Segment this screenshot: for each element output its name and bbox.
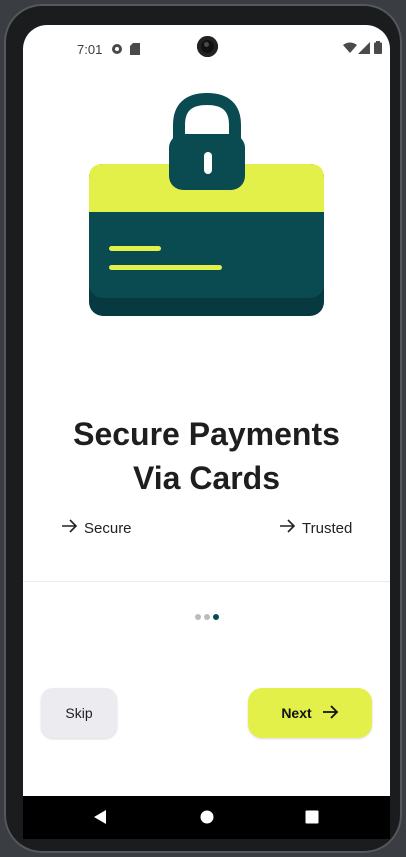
front-camera — [197, 36, 218, 57]
home-icon[interactable] — [200, 810, 214, 829]
page-title-line-2: Via Cards — [132, 460, 281, 496]
page-dot[interactable] — [195, 614, 201, 620]
arrow-right-icon — [279, 519, 296, 537]
page-dot-active[interactable] — [213, 614, 219, 620]
page-title-line-1: Secure Payments — [73, 416, 340, 452]
arrow-right-icon — [61, 519, 78, 537]
back-icon[interactable] — [93, 809, 107, 830]
status-time: 7:01 — [77, 42, 103, 57]
screen-record-icon — [111, 43, 123, 58]
page-dot[interactable] — [204, 614, 210, 620]
page-indicator — [195, 614, 219, 620]
feature-label: Trusted — [302, 519, 353, 537]
screen: 7:01 Secure Payments Via Cards Secure Tr… — [23, 25, 390, 839]
next-button[interactable]: Next — [248, 688, 372, 738]
system-navigation-bar — [23, 796, 390, 839]
next-button-label: Next — [281, 705, 312, 721]
feature-label: Secure — [84, 519, 132, 537]
signal-icon — [358, 42, 370, 57]
device-frame: 7:01 Secure Payments Via Cards Secure Tr… — [4, 4, 402, 853]
sd-card-icon — [130, 43, 140, 58]
locked-card-icon — [83, 89, 331, 319]
skip-button[interactable]: Skip — [41, 688, 117, 738]
battery-icon — [374, 41, 382, 57]
divider — [23, 581, 390, 582]
feature-trusted: Trusted — [279, 519, 352, 537]
recents-icon[interactable] — [305, 810, 319, 829]
feature-secure: Secure — [61, 519, 132, 537]
status-bar: 7:01 — [23, 25, 390, 71]
arrow-right-icon — [322, 704, 339, 722]
wifi-icon — [343, 42, 357, 57]
